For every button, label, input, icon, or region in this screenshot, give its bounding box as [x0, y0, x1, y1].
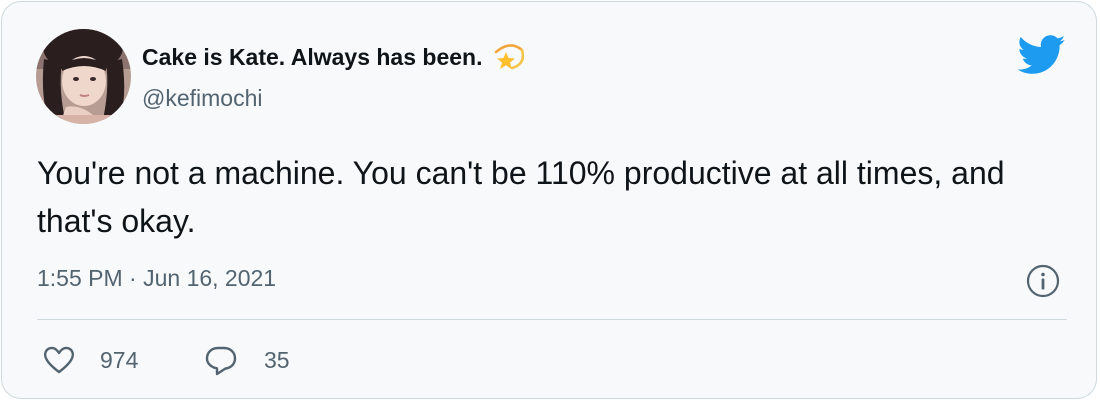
- author-avatar[interactable]: [36, 29, 131, 124]
- author-display-name[interactable]: Cake is Kate. Always has been.: [142, 42, 526, 72]
- heart-icon: [42, 343, 76, 377]
- tweet-timestamp[interactable]: 1:55 PM · Jun 16, 2021: [37, 265, 276, 292]
- display-name-text: Cake is Kate. Always has been.: [142, 43, 483, 70]
- reply-icon: [204, 343, 238, 377]
- author-handle[interactable]: @kefimochi: [142, 85, 263, 112]
- divider: [37, 319, 1067, 320]
- tweet-text: You're not a machine. You can't be 110% …: [37, 155, 1005, 239]
- reply-button[interactable]: 35: [204, 343, 290, 377]
- twitter-bird-icon[interactable]: [1017, 35, 1066, 75]
- tweet-card[interactable]: Cake is Kate. Always has been. @kefimoch…: [1, 1, 1097, 399]
- dizzy-star-icon: [492, 42, 526, 72]
- avatar-image: [36, 29, 131, 124]
- reply-count: 35: [264, 346, 290, 373]
- info-icon[interactable]: [1025, 263, 1061, 299]
- like-count: 974: [100, 346, 139, 373]
- like-button[interactable]: 974: [42, 343, 138, 377]
